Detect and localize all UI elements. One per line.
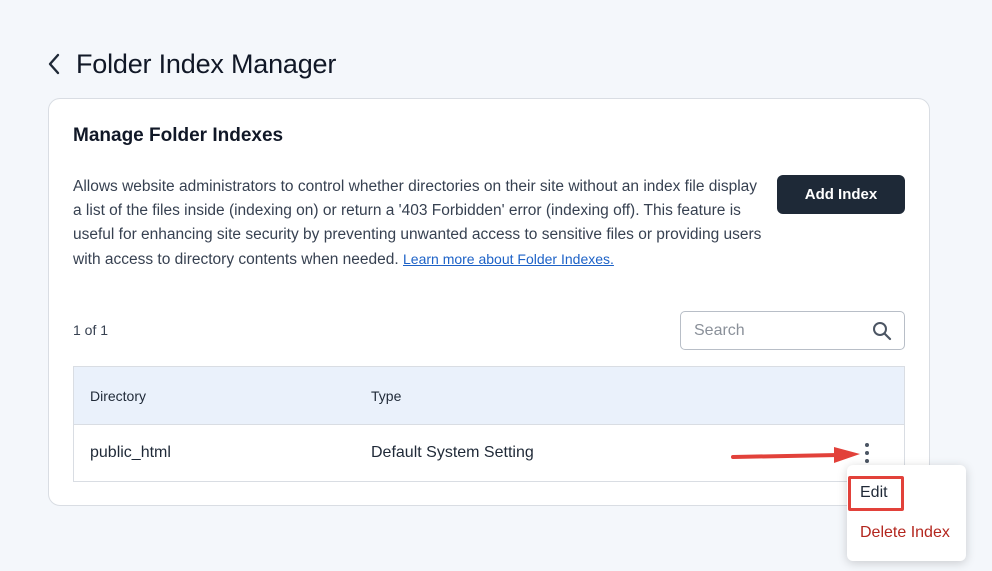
page-header: Folder Index Manager bbox=[44, 46, 336, 82]
kebab-dot bbox=[865, 459, 869, 463]
column-header-type: Type bbox=[371, 388, 402, 404]
table-header: Directory Type bbox=[74, 367, 904, 425]
learn-more-link[interactable]: Learn more about Folder Indexes. bbox=[403, 251, 614, 267]
back-button[interactable] bbox=[44, 46, 64, 82]
card-description: Allows website administrators to control… bbox=[73, 175, 763, 272]
cell-directory: public_html bbox=[90, 444, 171, 461]
add-index-button[interactable]: Add Index bbox=[777, 175, 905, 214]
kebab-dot bbox=[865, 443, 869, 447]
annotation-highlight-box bbox=[848, 476, 904, 511]
row-actions-kebab-icon[interactable] bbox=[864, 443, 870, 463]
search-input[interactable] bbox=[681, 321, 861, 340]
pagination-count: 1 of 1 bbox=[73, 322, 109, 338]
column-header-directory: Directory bbox=[90, 388, 147, 404]
chevron-left-icon bbox=[48, 53, 60, 75]
search-box bbox=[680, 311, 905, 350]
annotation-arrow bbox=[731, 447, 860, 463]
kebab-dot bbox=[865, 451, 869, 455]
menu-item-delete-index[interactable]: Delete Index bbox=[860, 524, 950, 542]
page-title: Folder Index Manager bbox=[76, 48, 337, 79]
card-title: Manage Folder Indexes bbox=[73, 125, 284, 146]
cell-type: Default System Setting bbox=[371, 444, 534, 461]
search-icon[interactable] bbox=[872, 321, 892, 341]
